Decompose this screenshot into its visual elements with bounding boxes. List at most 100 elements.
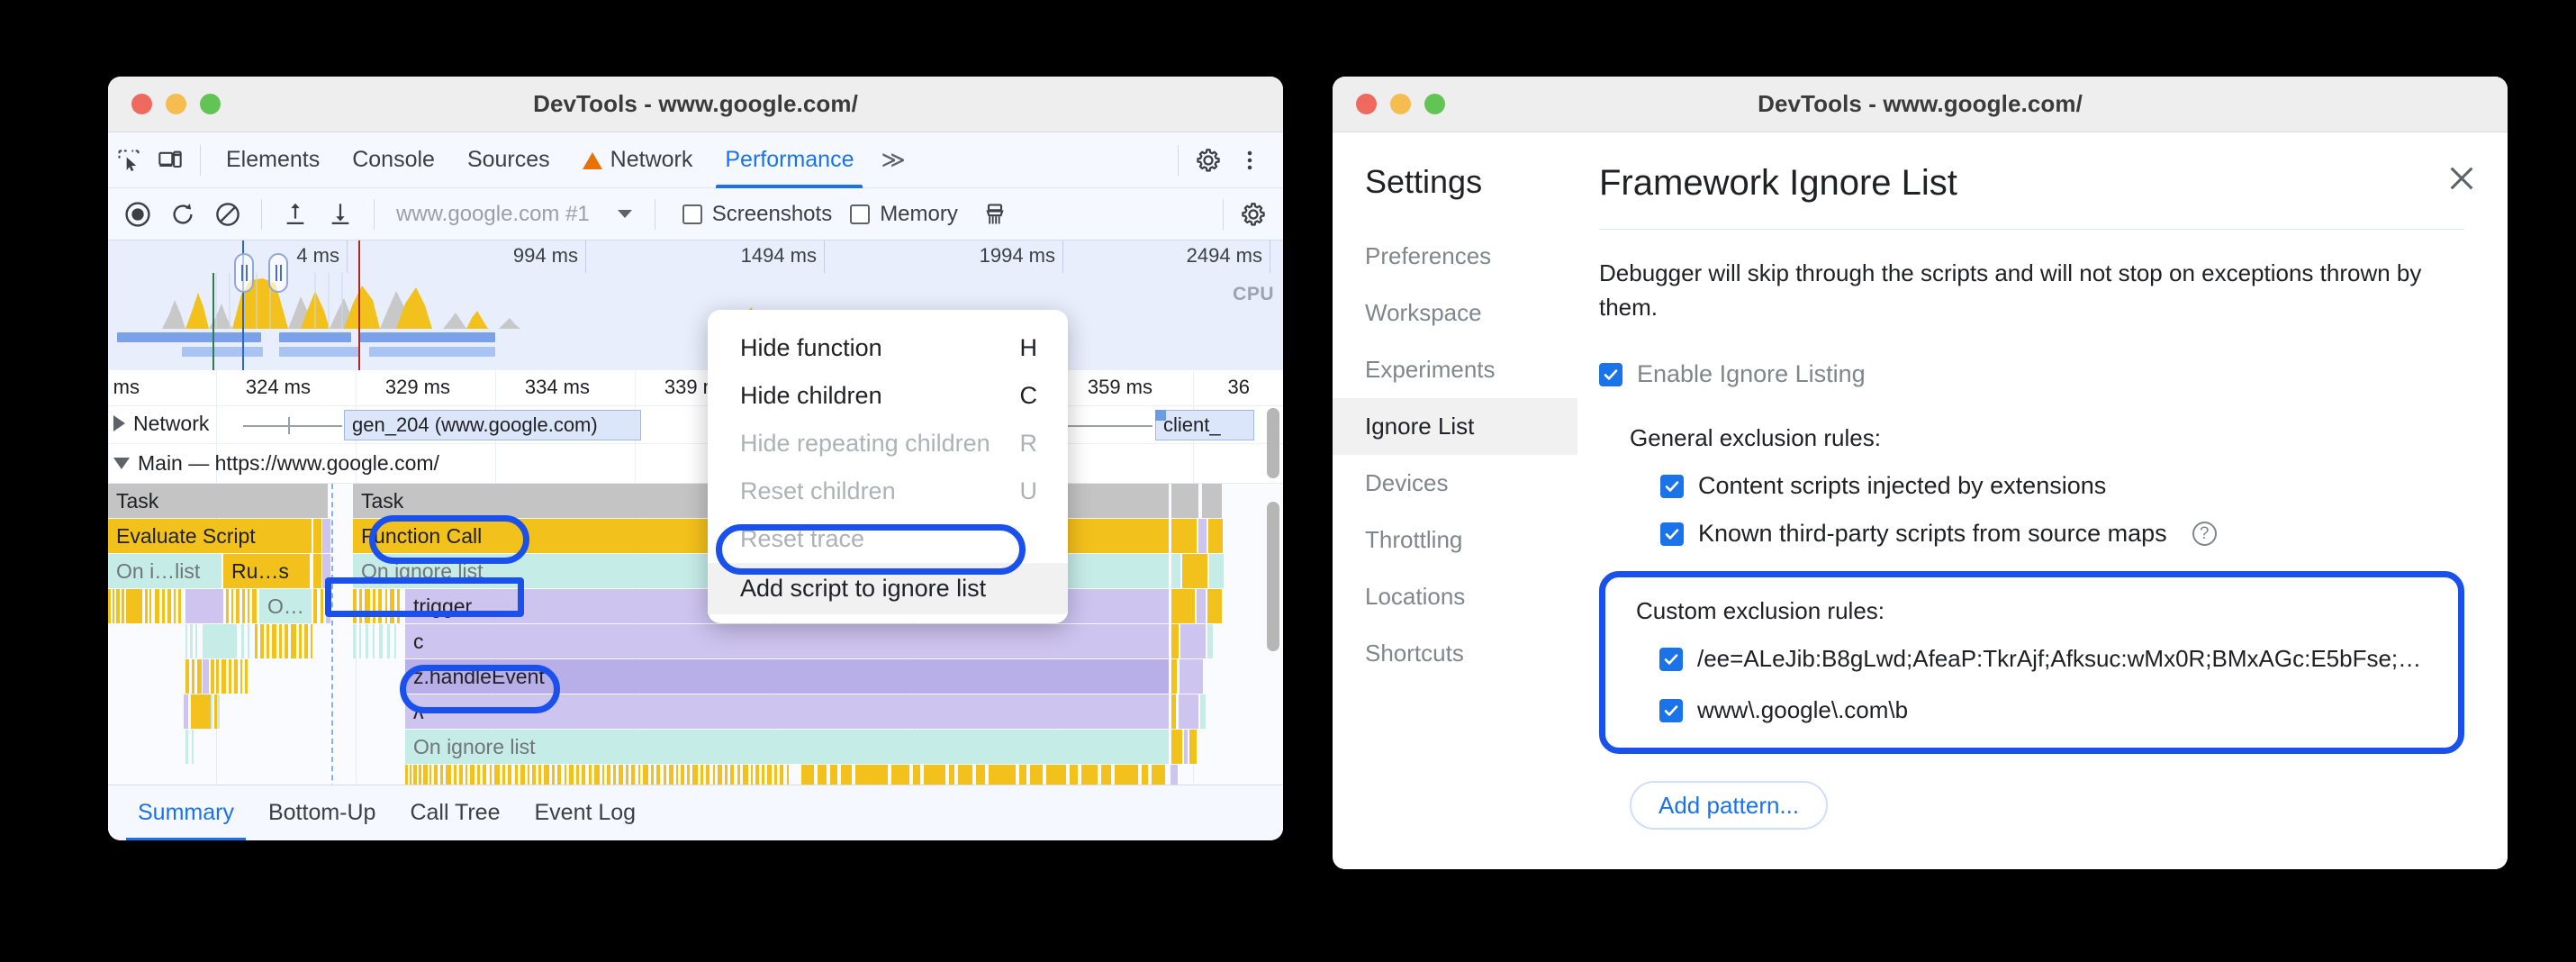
screenshot-stage: DevTools - www.google.com/ [0, 0, 2576, 962]
sidebar-item-shortcuts[interactable]: Shortcuts [1333, 625, 1577, 682]
devtools-window-title: DevTools - www.google.com/ [108, 90, 1283, 118]
capture-settings-gear-icon[interactable] [1233, 195, 1274, 234]
flame-bar-caret[interactable]: ʌ [405, 694, 1169, 729]
context-menu-hide-repeating-children-shortcut: R [1020, 430, 1038, 458]
enable-ignore-listing-checkbox[interactable]: Enable Ignore Listing [1599, 360, 2464, 388]
sidebar-item-locations[interactable]: Locations [1333, 568, 1577, 625]
record-icon[interactable] [117, 195, 158, 234]
flame-bar-run-short[interactable]: Ru…s [223, 554, 310, 588]
context-menu-item-hide-function[interactable]: Hide function H [708, 324, 1068, 372]
timeline-overview[interactable]: 4 ms 994 ms 1494 ms 1994 ms 2494 ms [108, 240, 1283, 329]
inspect-element-icon[interactable] [108, 141, 149, 180]
flame-rows[interactable]: Task Task Evaluate Script Function Call … [108, 484, 1283, 835]
overview-selection-right-handle[interactable] [268, 253, 288, 293]
flame-bar-task-left[interactable]: Task [108, 484, 328, 518]
tab-call-tree[interactable]: Call Tree [393, 785, 517, 841]
add-pattern-button[interactable]: Add pattern... [1630, 781, 1828, 830]
enable-ignore-listing-label: Enable Ignore Listing [1637, 360, 1866, 388]
tab-elements[interactable]: Elements [210, 132, 336, 188]
network-track-row[interactable]: Network gen_204 (www.google.com) client_ [108, 406, 1283, 444]
clear-icon[interactable] [207, 195, 249, 234]
reload-and-record-icon[interactable] [162, 195, 203, 234]
network-request-chip[interactable]: gen_204 (www.google.com) [344, 410, 641, 440]
more-options-icon[interactable] [1229, 141, 1270, 180]
sidebar-item-throttling[interactable]: Throttling [1333, 512, 1577, 568]
settings-heading: Settings [1333, 163, 1577, 228]
context-menu-item-hide-children[interactable]: Hide children C [708, 372, 1068, 420]
overview-selection-window[interactable] [242, 240, 360, 329]
import-profile-icon[interactable] [275, 195, 316, 234]
flame-scrollbar-main[interactable] [1267, 502, 1279, 651]
flame-bar-task-tail-2[interactable] [1202, 484, 1222, 518]
settings-gear-icon[interactable] [1188, 141, 1229, 180]
content-scripts-label: Content scripts injected by extensions [1698, 472, 2106, 500]
profile-select[interactable]: www.google.com #1 [387, 202, 642, 227]
export-profile-icon[interactable] [320, 195, 361, 234]
network-request-chip-2[interactable]: client_ [1155, 410, 1254, 440]
main-track-collapse-icon[interactable] [113, 458, 130, 469]
custom-rule-checkbox-1[interactable]: /ee=ALeJib:B8gLwd;AfeaP:TkrAjf;Afksuc:wM… [1659, 645, 2435, 673]
tab-sources[interactable]: Sources [451, 132, 566, 188]
flame-scrollbar-top[interactable] [1267, 408, 1279, 478]
flame-bar-evaluate-script[interactable]: Evaluate Script [108, 519, 312, 553]
sidebar-item-workspace[interactable]: Workspace [1333, 285, 1577, 341]
settings-main-panel: Framework Ignore List Debugger will skip… [1577, 132, 2508, 869]
context-menu-item-add-script-to-ignore-list[interactable]: Add script to ignore list [708, 563, 1068, 614]
sidebar-item-workspace-label: Workspace [1365, 299, 1482, 326]
flame-bar-handle-event[interactable]: z.handleEvent [405, 659, 1169, 694]
toolbar-divider [200, 145, 201, 176]
cpu-track-label: CPU [1233, 284, 1274, 305]
tab-performance[interactable]: Performance [709, 132, 870, 188]
tab-network-label: Network [610, 147, 693, 173]
flame-context-menu[interactable]: Hide function H Hide children C Hide rep… [708, 310, 1068, 623]
flame-ruler-tick-3: 329 ms [385, 376, 459, 399]
sidebar-item-devices[interactable]: Devices [1333, 455, 1577, 512]
tab-bottom-up[interactable]: Bottom-Up [251, 785, 393, 841]
devtools-panel-tabbar: Elements Console Sources Network Perform… [108, 132, 1283, 188]
context-menu-hide-function-label: Hide function [740, 334, 882, 362]
third-party-scripts-checkbox[interactable]: Known third-party scripts from source ma… [1660, 520, 2464, 548]
toolbar-divider-3 [261, 199, 262, 230]
tab-event-log-label: Event Log [535, 800, 637, 826]
flame-bar-task-tail-1[interactable] [1171, 484, 1198, 518]
close-icon[interactable] [2439, 156, 2484, 201]
tab-console[interactable]: Console [336, 132, 451, 188]
memory-checkbox[interactable]: Memory [850, 202, 958, 227]
flame-ruler-tick-6: 359 ms [1088, 376, 1161, 399]
sidebar-item-preferences[interactable]: Preferences [1333, 228, 1577, 285]
toolbar-divider-2 [1178, 145, 1179, 176]
main-track-row[interactable]: Main — https://www.google.com/ [108, 444, 1283, 484]
tab-network[interactable]: Network [566, 132, 710, 188]
flame-bar-on-ignore-list-2[interactable]: On ignore list [405, 730, 1169, 764]
device-toolbar-icon[interactable] [149, 141, 191, 180]
sidebar-item-ignore-list[interactable]: Ignore List [1333, 398, 1577, 455]
tab-event-log[interactable]: Event Log [518, 785, 654, 841]
sidebar-item-experiments[interactable]: Experiments [1333, 341, 1577, 398]
flame-bar-o-short[interactable]: O… [259, 589, 312, 623]
ignore-list-description: Debugger will skip through the scripts a… [1599, 257, 2463, 324]
network-track-expand-icon[interactable] [113, 415, 125, 431]
profile-select-value: www.google.com #1 [396, 202, 590, 227]
overview-tick-3: 1494 ms [741, 244, 824, 268]
content-scripts-checkbox[interactable]: Content scripts injected by extensions [1660, 472, 2464, 500]
context-menu-item-reset-children: Reset children U [708, 467, 1068, 515]
network-track-label: Network [133, 412, 209, 436]
flame-ruler-tick-4: 334 ms [525, 376, 599, 399]
sidebar-item-throttling-label: Throttling [1365, 526, 1462, 553]
flame-row-micro-7[interactable] [1169, 730, 1243, 764]
tab-performance-label: Performance [725, 147, 854, 173]
toolbar-divider-4 [374, 199, 375, 230]
screenshots-checkbox[interactable]: Screenshots [682, 202, 832, 227]
help-icon[interactable]: ? [2192, 522, 2217, 546]
flame-chart-zone[interactable]: 9 ms 324 ms 329 ms 334 ms 339 ms 359 ms … [108, 370, 1283, 839]
tab-summary[interactable]: Summary [121, 785, 251, 841]
more-tabs-chevron-icon[interactable]: ≫ [870, 146, 916, 174]
flame-bar-c[interactable]: c [405, 624, 1169, 658]
third-party-scripts-check-icon [1660, 522, 1684, 546]
flame-bar-on-ignore-list-short[interactable]: On i…list [108, 554, 221, 588]
tab-summary-label: Summary [138, 800, 234, 826]
overview-tick-2: 994 ms [513, 244, 585, 268]
custom-rule-checkbox-2[interactable]: www\.google\.com\b [1659, 696, 2435, 724]
overview-selection-left-handle[interactable] [234, 253, 254, 293]
collect-garbage-icon[interactable] [974, 195, 1016, 234]
